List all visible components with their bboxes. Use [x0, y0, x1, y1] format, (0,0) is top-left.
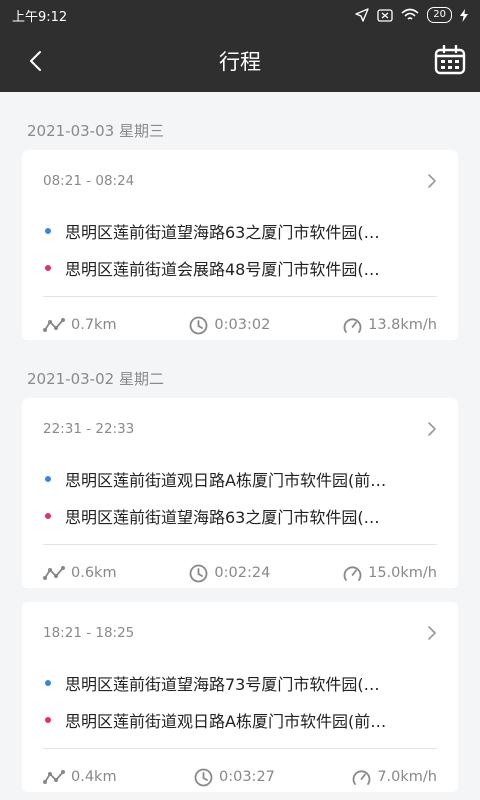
speedometer-icon: [343, 318, 362, 333]
trip-end-location: 思明区莲前街道望海路63之厦门市软件园(…: [43, 497, 437, 534]
speed-value: 7.0km/h: [377, 769, 437, 785]
trip-stats: 0.4km 0:03:27 7.0km/h: [43, 749, 437, 800]
charging-icon: [460, 8, 468, 22]
trip-start-location: 思明区莲前街道观日路A栋厦门市软件园(前…: [43, 460, 437, 497]
speedometer-icon: [352, 770, 371, 785]
back-button[interactable]: [20, 45, 52, 77]
status-time: 上午9:12: [12, 9, 68, 25]
trip-time-range: 18:21 - 18:25: [43, 625, 135, 641]
duration-stat: 0:02:24: [189, 564, 270, 583]
date-header: 2021-03-03 星期三: [27, 122, 164, 140]
trip-time-range: 22:31 - 22:33: [43, 421, 135, 437]
start-dot-icon: [45, 227, 51, 234]
trip-end-location: 思明区莲前街道观日路A栋厦门市软件园(前…: [43, 701, 437, 738]
duration-value: 0:03:27: [219, 769, 275, 785]
start-dot-icon: [45, 475, 51, 482]
chevron-right-icon: [423, 172, 441, 190]
speed-stat: 13.8km/h: [343, 317, 437, 334]
trip-card[interactable]: 18:21 - 18:25 思明区莲前街道望海路73号厦门市软件园(… 思明区莲…: [22, 602, 458, 792]
trip-time-row: 08:21 - 08:24: [43, 150, 437, 212]
trip-time-range: 08:21 - 08:24: [43, 173, 135, 189]
speed-value: 13.8km/h: [368, 317, 437, 333]
speed-stat: 15.0km/h: [343, 565, 437, 582]
page-title: 行程: [219, 50, 261, 74]
calendar-icon: [434, 45, 466, 75]
calendar-button[interactable]: [432, 42, 468, 78]
distance-stat: 0.6km: [43, 565, 117, 581]
trip-time-row: 22:31 - 22:33: [43, 398, 437, 460]
trip-start-location: 思明区莲前街道望海路63之厦门市软件园(…: [43, 212, 437, 249]
end-dot-icon: [45, 512, 51, 519]
route-icon: [43, 566, 65, 580]
distance-stat: 0.7km: [43, 317, 117, 333]
start-dot-icon: [45, 679, 51, 686]
location-arrow-icon: [355, 8, 369, 22]
end-address: 思明区莲前街道会展路48号厦门市软件园(…: [65, 259, 380, 279]
status-bar: 上午9:12 20: [0, 0, 480, 30]
battery-icon: 20: [427, 7, 452, 23]
start-address: 思明区莲前街道望海路63之厦门市软件园(…: [65, 222, 380, 242]
start-address: 思明区莲前街道观日路A栋厦门市软件园(前…: [65, 470, 387, 490]
clock-icon: [194, 768, 213, 786]
date-section: 2021-03-03 星期三 08:21 - 08:24 思明区莲前街道望海路6…: [0, 92, 480, 340]
speedometer-icon: [343, 566, 362, 581]
trip-end-location: 思明区莲前街道会展路48号厦门市软件园(…: [43, 249, 437, 286]
duration-stat: 0:03:27: [194, 768, 275, 787]
clock-icon: [189, 564, 208, 582]
speed-stat: 7.0km/h: [352, 769, 437, 786]
trip-time-row: 18:21 - 18:25: [43, 602, 437, 664]
duration-stat: 0:03:02: [189, 316, 270, 335]
speed-value: 15.0km/h: [368, 565, 437, 581]
sim-off-icon: [377, 8, 393, 22]
app-header: 行程: [0, 30, 480, 92]
duration-value: 0:02:24: [214, 565, 271, 581]
chevron-right-icon: [423, 624, 441, 642]
route-icon: [43, 770, 65, 784]
date-section: 2021-03-02 星期二 22:31 - 22:33 思明区莲前街道观日路A…: [0, 340, 480, 792]
distance-value: 0.6km: [71, 565, 117, 581]
trip-card[interactable]: 22:31 - 22:33 思明区莲前街道观日路A栋厦门市软件园(前… 思明区莲…: [22, 398, 458, 588]
end-dot-icon: [45, 264, 51, 271]
chevron-right-icon: [423, 420, 441, 438]
trip-card[interactable]: 08:21 - 08:24 思明区莲前街道望海路63之厦门市软件园(… 思明区莲…: [22, 150, 458, 340]
distance-value: 0.7km: [71, 317, 117, 333]
wifi-icon: [401, 8, 419, 20]
distance-stat: 0.4km: [43, 769, 117, 785]
trip-stats: 0.6km 0:02:24 15.0km/h: [43, 545, 437, 601]
chevron-left-icon: [30, 51, 41, 71]
trip-start-location: 思明区莲前街道望海路73号厦门市软件园(…: [43, 664, 437, 701]
duration-value: 0:03:02: [214, 317, 271, 333]
battery-level: 20: [433, 9, 446, 20]
trip-list[interactable]: 2021-03-03 星期三 08:21 - 08:24 思明区莲前街道望海路6…: [0, 92, 480, 800]
start-address: 思明区莲前街道望海路73号厦门市软件园(…: [65, 674, 380, 694]
end-dot-icon: [45, 716, 51, 723]
distance-value: 0.4km: [71, 769, 117, 785]
end-address: 思明区莲前街道望海路63之厦门市软件园(…: [65, 507, 380, 527]
status-icons: 20: [355, 7, 468, 23]
clock-icon: [189, 316, 208, 334]
route-icon: [43, 318, 65, 332]
trip-stats: 0.7km 0:03:02 13.8km/h: [43, 297, 437, 353]
end-address: 思明区莲前街道观日路A栋厦门市软件园(前…: [65, 711, 387, 731]
